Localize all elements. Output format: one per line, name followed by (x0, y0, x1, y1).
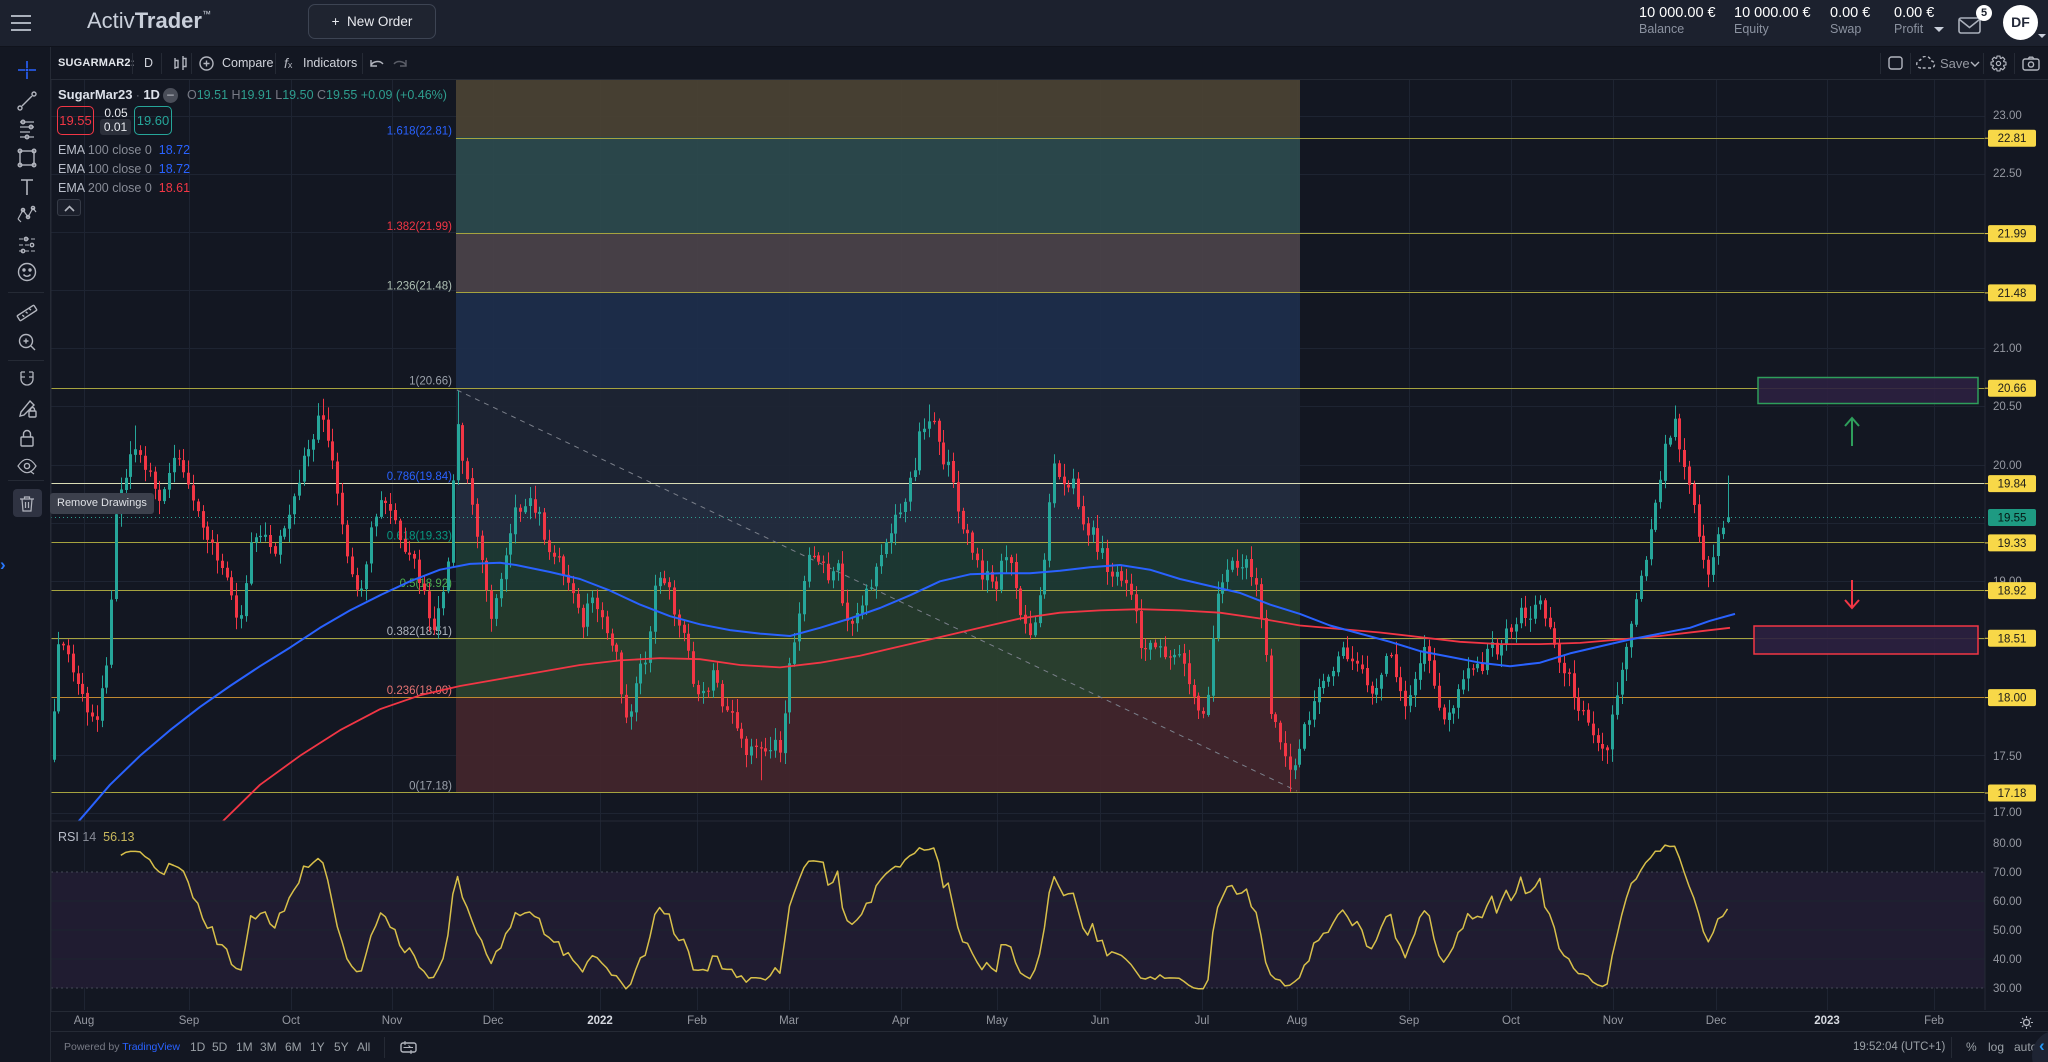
svg-text:21.99: 21.99 (1998, 229, 2027, 241)
svg-text:60.00: 60.00 (1993, 896, 2022, 908)
svg-text:1(20.66): 1(20.66) (409, 376, 452, 388)
svg-text:18.00: 18.00 (1998, 693, 2027, 705)
svg-text:30.00: 30.00 (1993, 983, 2022, 995)
svg-text:50.00: 50.00 (1993, 925, 2022, 937)
svg-text:20.66: 20.66 (1998, 383, 2027, 395)
svg-text:22.50: 22.50 (1993, 168, 2022, 180)
svg-text:17.50: 17.50 (1993, 751, 2022, 763)
svg-text:1.618(22.81): 1.618(22.81) (387, 126, 452, 138)
svg-text:70.00: 70.00 (1993, 867, 2022, 879)
svg-text:20.50: 20.50 (1993, 401, 2022, 413)
svg-text:21.00: 21.00 (1993, 343, 2022, 355)
svg-text:0.786(19.84): 0.786(19.84) (387, 471, 452, 483)
svg-text:17.00: 17.00 (1993, 807, 2022, 819)
svg-text:19.84: 19.84 (1998, 479, 2027, 491)
svg-text:18.51: 18.51 (1998, 633, 2027, 645)
svg-text:19.33: 19.33 (1998, 538, 2027, 550)
svg-text:1.236(21.48): 1.236(21.48) (387, 280, 452, 292)
svg-text:23.00: 23.00 (1993, 110, 2022, 122)
svg-text:0(17.18): 0(17.18) (409, 781, 452, 793)
svg-text:21.48: 21.48 (1998, 288, 2027, 300)
svg-text:20.00: 20.00 (1993, 460, 2022, 472)
svg-text:0.618(19.33): 0.618(19.33) (387, 530, 452, 542)
svg-text:18.92: 18.92 (1998, 586, 2027, 598)
svg-text:1.382(21.99): 1.382(21.99) (387, 221, 452, 233)
svg-text:17.18: 17.18 (1998, 788, 2027, 800)
svg-text:80.00: 80.00 (1993, 838, 2022, 850)
svg-text:40.00: 40.00 (1993, 954, 2022, 966)
svg-text:0.382(18.51): 0.382(18.51) (387, 626, 452, 638)
svg-text:22.81: 22.81 (1998, 133, 2027, 145)
svg-text:19.55: 19.55 (1998, 513, 2027, 525)
